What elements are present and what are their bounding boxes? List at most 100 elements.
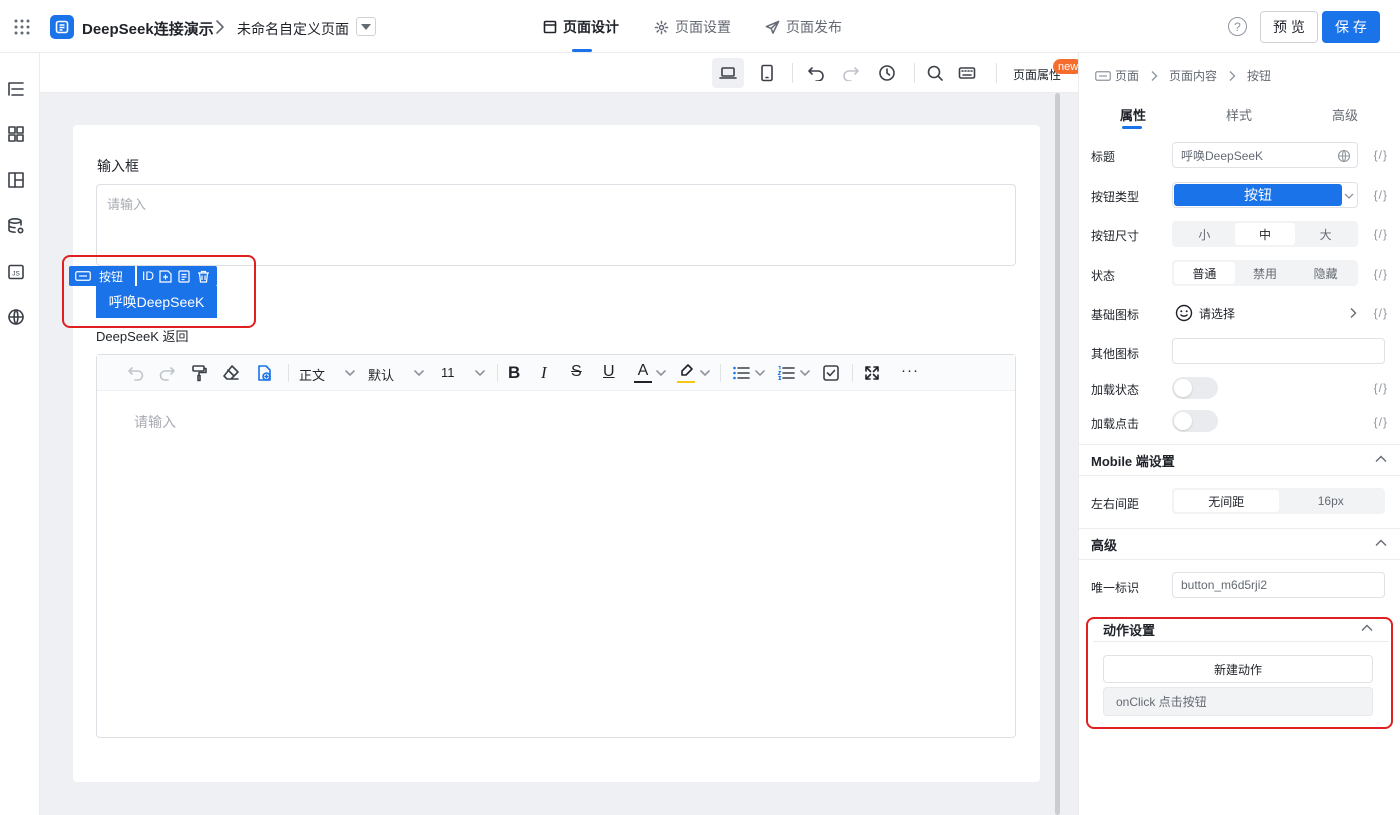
state-option-disabled[interactable]: 禁用 [1235,262,1296,284]
chevron-up-icon [1375,539,1387,546]
more-options-icon[interactable]: ··· [901,362,919,379]
globe-icon [1337,149,1351,163]
text-input[interactable]: 请输入 [96,184,1016,266]
layout-panel-icon[interactable] [7,171,25,189]
button-type-icon [1095,70,1111,81]
chevron-down-icon [414,369,424,377]
padding-option-none[interactable]: 无间距 [1174,490,1279,512]
paragraph-style-select[interactable]: 正文 [299,365,325,384]
database-icon[interactable] [7,217,25,235]
underline-icon[interactable]: U [603,363,615,381]
search-icon[interactable] [926,64,944,82]
editor-undo-icon[interactable] [127,365,145,381]
toolbar-divider [996,63,997,83]
loading-state-switch[interactable] [1172,377,1218,399]
help-icon[interactable]: ? [1228,17,1247,36]
tab-page-settings[interactable]: 页面设置 [654,17,731,37]
history-clock-icon[interactable] [878,64,896,82]
outline-tree-icon[interactable] [7,80,25,98]
canvas-scrollbar[interactable] [1055,93,1060,815]
italic-icon[interactable]: I [541,363,547,383]
components-icon[interactable] [7,125,25,143]
undo-icon[interactable] [807,65,825,81]
rich-text-editor[interactable]: 正文 默认 11 B I S U A ··· 请输入 [96,354,1016,738]
page-card: 输入框 请输入 DeepSeeK 返回 正文 默认 11 B I S U A ·… [73,125,1040,782]
globe-icon[interactable] [7,308,25,326]
size-option-medium[interactable]: 中 [1234,223,1296,245]
highlight-box-actions [1086,617,1393,729]
toolbar-divider [914,63,915,83]
strikethrough-icon[interactable]: S [571,363,582,381]
breadcrumb-item-content[interactable]: 页面内容 [1169,67,1217,84]
loading-click-switch[interactable] [1172,410,1218,432]
expression-toggle[interactable]: {/} [1374,267,1388,281]
padding-label: 左右间距 [1091,497,1140,511]
apps-grid-icon[interactable] [14,19,30,35]
save-button[interactable]: 保 存 [1322,11,1380,43]
other-icon-input[interactable] [1172,338,1385,364]
font-color-icon[interactable]: A [634,362,652,384]
insert-file-icon[interactable] [255,364,273,382]
eraser-icon[interactable] [222,364,240,382]
editor-placeholder: 请输入 [134,414,176,430]
preview-button[interactable]: 预 览 [1260,11,1318,43]
editor-toolbar: 正文 默认 11 B I S U A ··· [97,355,1015,391]
chevron-down-icon [656,369,666,377]
basic-icon-label: 基础图标 [1091,308,1140,322]
expression-toggle[interactable]: {/} [1374,306,1388,320]
highlight-color-icon[interactable] [677,363,695,385]
expression-toggle[interactable]: {/} [1374,415,1388,429]
font-family-select[interactable]: 默认 [368,365,394,384]
unique-id-input[interactable]: button_m6d5rji2 [1172,572,1385,598]
app-logo-icon [50,15,74,39]
editor-redo-icon[interactable] [158,365,176,381]
other-icon-label: 其他图标 [1091,347,1140,361]
redo-icon[interactable] [842,65,860,81]
send-icon [765,20,780,34]
toolbar-divider [288,364,289,382]
ordered-list-icon[interactable] [777,365,795,381]
panel-tab-properties[interactable]: 属性 [1120,105,1146,124]
mobile-view-icon[interactable] [759,64,775,82]
desktop-view-button[interactable] [712,58,744,88]
font-size-select[interactable]: 11 [441,365,455,380]
advanced-settings-header[interactable]: 高级 [1079,528,1400,560]
page-dropdown-button[interactable] [356,17,376,36]
format-painter-icon[interactable] [190,364,208,382]
expression-toggle[interactable]: {/} [1374,188,1388,202]
state-option-normal[interactable]: 普通 [1174,262,1235,284]
expression-toggle[interactable]: {/} [1374,381,1388,395]
bullet-list-icon[interactable] [732,365,750,381]
expression-toggle[interactable]: {/} [1374,227,1388,241]
todo-checkbox-icon[interactable] [822,364,840,382]
padding-option-16px[interactable]: 16px [1279,490,1384,512]
chevron-up-icon [1375,455,1387,462]
expression-toggle[interactable]: {/} [1374,148,1388,162]
breadcrumb-item-page[interactable]: 页面 [1115,67,1139,84]
tab-page-publish[interactable]: 页面发布 [765,17,842,37]
padding-segmented: 无间距 16px [1172,488,1385,514]
js-code-icon[interactable]: JS [7,263,25,281]
chevron-right-icon [1229,70,1236,81]
unique-id-label: 唯一标识 [1091,581,1140,595]
mobile-settings-header[interactable]: Mobile 端设置 [1079,444,1400,476]
chevron-down-icon [345,369,355,377]
app-title[interactable]: DeepSeek连接演示 [82,18,214,39]
state-label: 状态 [1091,269,1116,283]
size-option-large[interactable]: 大 [1295,223,1356,245]
bold-icon[interactable]: B [508,363,520,383]
basic-icon-picker[interactable]: 请选择 [1175,302,1358,324]
button-type-select[interactable]: 按钮 [1172,182,1358,208]
title-input[interactable]: 呼唤DeepSeeK [1172,142,1358,168]
caret-down-icon [361,23,371,30]
left-sidebar: JS [0,53,40,815]
state-option-hidden[interactable]: 隐藏 [1295,262,1356,284]
keyboard-icon[interactable] [958,65,976,81]
fullscreen-icon[interactable] [864,365,880,381]
panel-tab-advanced[interactable]: 高级 [1332,105,1358,124]
tab-page-design[interactable]: 页面设计 [543,17,619,37]
size-option-small[interactable]: 小 [1174,223,1235,245]
panel-tab-style[interactable]: 样式 [1226,105,1252,124]
breadcrumb-item-button[interactable]: 按钮 [1247,67,1271,84]
page-name[interactable]: 未命名自定义页面 [237,19,349,39]
